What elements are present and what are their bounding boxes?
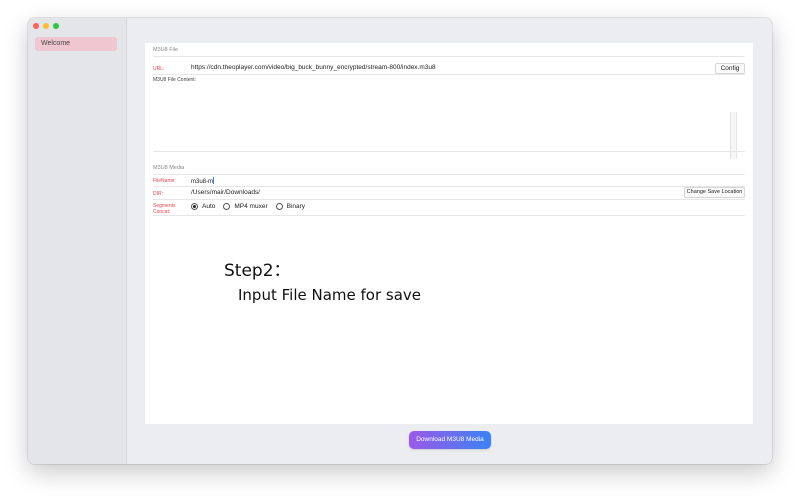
dir-input[interactable]: /Users/mair/Downloads/ bbox=[191, 189, 260, 196]
segments-concat-label: Segments Concat: bbox=[153, 203, 176, 215]
m3u8-media-section-title: M3U8 Media bbox=[153, 165, 185, 171]
divider bbox=[153, 186, 745, 187]
config-button[interactable]: Config bbox=[715, 63, 745, 74]
divider bbox=[153, 215, 745, 216]
radio-binary[interactable]: Binary bbox=[275, 203, 306, 210]
text-cursor bbox=[213, 177, 215, 184]
url-input[interactable]: https://cdn.theoplayer.com/video/big_buc… bbox=[191, 64, 436, 71]
radio-checked-icon bbox=[191, 203, 198, 210]
divider bbox=[153, 199, 745, 200]
sidebar: Welcome bbox=[28, 18, 127, 464]
minimize-window-button[interactable] bbox=[43, 23, 49, 29]
radio-mp4-muxer-label: MP4 muxer bbox=[234, 203, 268, 210]
radio-unchecked-icon bbox=[275, 203, 283, 210]
download-m3u8-media-button[interactable]: Download M3U8 Media bbox=[409, 431, 491, 449]
radio-binary-label: Binary bbox=[286, 203, 306, 210]
sidebar-item-welcome[interactable]: Welcome bbox=[35, 37, 117, 51]
app-window: Welcome M3U8 File URL: https://cdn.theop… bbox=[28, 18, 772, 464]
filename-input[interactable]: m3u8-m bbox=[191, 177, 215, 185]
divider bbox=[153, 151, 745, 152]
concat-radio-group: Auto MP4 muxer Binary bbox=[191, 203, 305, 210]
m3u8-file-section-title: M3U8 File bbox=[153, 47, 179, 53]
radio-unchecked-icon bbox=[223, 203, 231, 210]
filename-value: m3u8-m bbox=[191, 179, 214, 185]
divider bbox=[153, 74, 745, 75]
radio-mp4-muxer[interactable]: MP4 muxer bbox=[223, 203, 268, 210]
step-title: Step2： bbox=[224, 261, 291, 281]
filename-label: FileName: bbox=[153, 178, 176, 184]
window-controls bbox=[33, 23, 59, 29]
close-window-button[interactable] bbox=[33, 23, 39, 29]
radio-auto-label: Auto bbox=[202, 203, 216, 210]
divider bbox=[153, 174, 745, 175]
stage: Welcome M3U8 File URL: https://cdn.theop… bbox=[0, 0, 800, 500]
content-label: M3U8 File Content: bbox=[153, 77, 197, 83]
zoom-window-button[interactable] bbox=[53, 23, 59, 29]
main-panel: M3U8 File URL: https://cdn.theoplayer.co… bbox=[145, 43, 753, 424]
dir-label: DIR: bbox=[153, 191, 163, 197]
url-label: URL: bbox=[153, 66, 165, 72]
m3u8-content-textarea[interactable] bbox=[153, 85, 738, 130]
step-description: Input File Name for save bbox=[238, 286, 422, 304]
change-save-location-button[interactable]: Change Save Location bbox=[684, 187, 745, 198]
radio-auto[interactable]: Auto bbox=[191, 203, 215, 210]
divider bbox=[153, 56, 745, 57]
